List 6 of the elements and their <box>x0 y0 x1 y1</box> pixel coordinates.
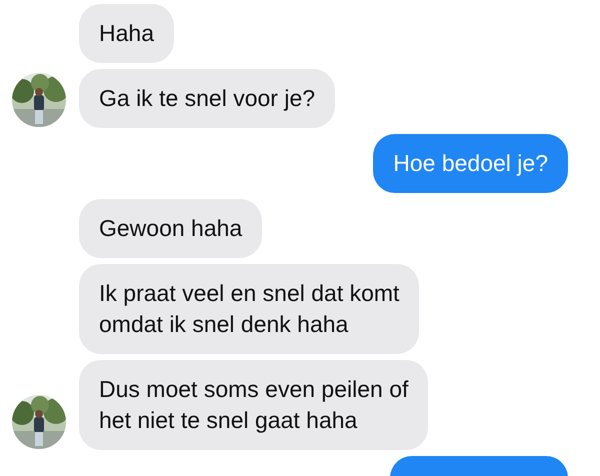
message-bubble: Ga ik te snel voor je? <box>79 69 336 128</box>
message-bubble: Gewoon haha <box>79 199 262 258</box>
message-bubble: Dus moet soms even peilen of het niet te snel gaat haha <box>79 360 428 450</box>
message-bubble: Ik praat veel en snel dat komt omdat ik snel denk haha <box>79 264 420 354</box>
message-bubble: Haha <box>79 4 174 63</box>
message-bubble: Hoe bedoel je? <box>373 134 568 193</box>
